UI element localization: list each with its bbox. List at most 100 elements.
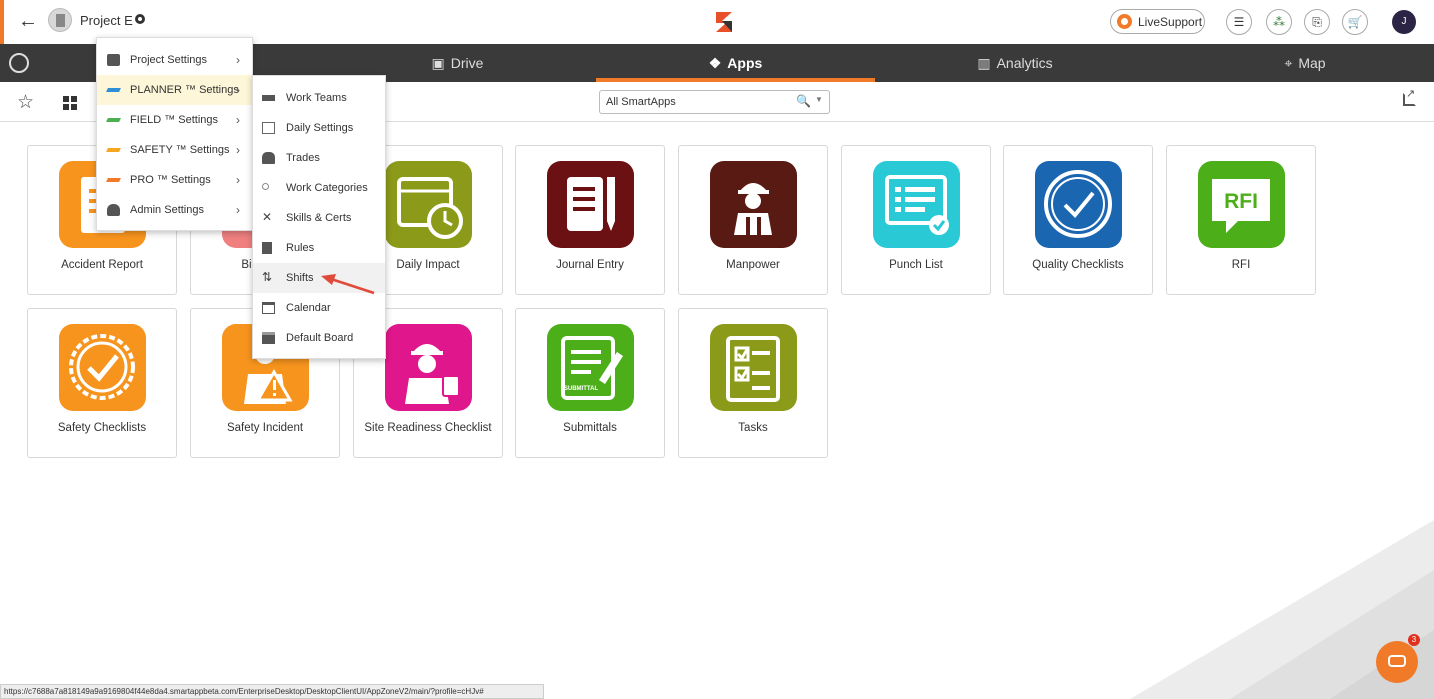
project-settings-gear-icon[interactable] — [135, 14, 145, 24]
submenu-item-label: Default Board — [286, 332, 354, 344]
admin-icon — [107, 204, 120, 216]
menu-item-label: PLANNER ™ Settings — [130, 84, 239, 96]
submenu-item-label: Daily Settings — [286, 122, 354, 134]
submenu-item-skills-certs[interactable]: ✕ Skills & Certs — [253, 203, 385, 233]
submittal-icon: SUBMITTAL — [547, 324, 634, 411]
tab-map[interactable]: ⌖ Map — [1170, 44, 1434, 82]
submenu-item-label: Shifts — [286, 272, 314, 284]
network-icon[interactable]: ⁂ — [1266, 9, 1292, 35]
live-support-icon — [1117, 14, 1132, 29]
planner-icon — [106, 88, 121, 92]
worker-icon — [262, 152, 275, 164]
menu-item-label: PRO ™ Settings — [130, 174, 211, 186]
submittal-icon-text: SUBMITTAL — [564, 386, 599, 392]
live-support-label: LiveSupport — [1138, 15, 1203, 29]
menu-item-label: FIELD ™ Settings — [130, 114, 219, 126]
app-label: Tasks — [738, 422, 768, 434]
tools-icon: ✕ — [262, 210, 273, 224]
app-logo-icon — [716, 12, 732, 32]
submenu-item-default-board[interactable]: Default Board — [253, 323, 385, 353]
menu-item-planner-settings[interactable]: PLANNER ™ Settings › — [97, 75, 252, 105]
chat-button[interactable] — [1376, 641, 1418, 683]
favorites-star-icon[interactable]: ☆ — [17, 91, 34, 114]
submenu-item-label: Trades — [286, 152, 320, 164]
submenu-item-work-categories[interactable]: Work Categories — [253, 173, 385, 203]
safety-checklist-icon — [59, 324, 146, 411]
app-label: Accident Report — [61, 259, 143, 271]
submenu-item-label: Work Categories — [286, 182, 368, 194]
submenu-item-daily-settings[interactable]: Daily Settings — [253, 113, 385, 143]
tasks-icon — [710, 324, 797, 411]
search-input[interactable]: All SmartApps — [606, 96, 676, 108]
app-label: Submittals — [563, 422, 617, 434]
home-icon[interactable] — [9, 53, 29, 73]
punch-list-icon — [873, 161, 960, 248]
camera-icon — [107, 54, 120, 66]
app-tile-quality-checklists[interactable]: Quality Checklists — [1003, 145, 1153, 295]
quality-icon — [1035, 161, 1122, 248]
app-label: Punch List — [889, 259, 943, 271]
calendar-icon — [262, 302, 275, 314]
project-building-icon[interactable] — [48, 8, 72, 32]
app-tile-punch-list[interactable]: Punch List — [841, 145, 991, 295]
map-icon: ⌖ — [1284, 55, 1293, 71]
daily-impact-icon — [385, 161, 472, 248]
settings-menu: Project Settings › PLANNER ™ Settings › … — [96, 37, 253, 231]
chevron-right-icon: › — [236, 143, 240, 157]
app-label: Quality Checklists — [1032, 259, 1124, 271]
rules-icon — [262, 242, 272, 254]
chevron-right-icon: › — [236, 173, 240, 187]
chat-icon — [1388, 655, 1406, 667]
menu-item-pro-settings[interactable]: PRO ™ Settings › — [97, 165, 252, 195]
menu-item-safety-settings[interactable]: SAFETY ™ Settings › — [97, 135, 252, 165]
status-url: https://c7688a7a818149a9a9169804f44e8da4… — [0, 684, 544, 699]
categories-icon — [262, 183, 269, 190]
tab-drive-label: Drive — [450, 55, 484, 71]
menu-item-label: SAFETY ™ Settings — [130, 144, 230, 156]
submenu-item-label: Rules — [286, 242, 315, 254]
list-view-icon[interactable]: ☰ — [1226, 9, 1252, 35]
daily-icon — [262, 122, 275, 134]
back-arrow-icon[interactable]: ← — [18, 11, 38, 31]
tab-analytics-label: Analytics — [996, 55, 1053, 71]
background-texture — [1130, 520, 1434, 699]
grid-view-icon[interactable] — [63, 96, 77, 110]
project-name[interactable]: Project E — [80, 13, 133, 28]
board-icon — [262, 332, 275, 344]
app-tile-submittals[interactable]: SUBMITTAL Submittals — [515, 308, 665, 458]
safety-icon — [106, 148, 121, 152]
menu-item-project-settings[interactable]: Project Settings › — [97, 45, 252, 75]
site-readiness-icon — [385, 324, 472, 411]
app-label: RFI — [1231, 259, 1251, 271]
menu-item-field-settings[interactable]: FIELD ™ Settings › — [97, 105, 252, 135]
live-support-button[interactable]: LiveSupport — [1110, 9, 1205, 34]
pro-icon — [106, 178, 121, 182]
tab-map-label: Map — [1298, 55, 1326, 71]
search-icon[interactable]: 🔍 — [796, 94, 811, 108]
app-tile-manpower[interactable]: Manpower — [678, 145, 828, 295]
documents-icon[interactable]: ⎘ — [1304, 9, 1330, 35]
submenu-item-rules[interactable]: Rules — [253, 233, 385, 263]
app-tile-tasks[interactable]: Tasks — [678, 308, 828, 458]
app-tile-journal-entry[interactable]: Journal Entry — [515, 145, 665, 295]
submenu-item-work-teams[interactable]: Work Teams — [253, 83, 385, 113]
cart-icon[interactable]: 🛒 — [1342, 9, 1368, 35]
smartapps-search[interactable]: All SmartApps 🔍 ▼ — [599, 90, 830, 114]
open-external-icon[interactable] — [1403, 87, 1416, 106]
rfi-icon: RFI — [1198, 161, 1285, 248]
app-tile-safety-checklists[interactable]: Safety Checklists — [27, 308, 177, 458]
app-label: Manpower — [726, 259, 780, 271]
drive-icon: ▣ — [431, 55, 445, 71]
tab-apps[interactable]: ❖ Apps — [596, 44, 875, 82]
chevron-down-icon[interactable]: ▼ — [815, 95, 823, 104]
menu-item-admin-settings[interactable]: Admin Settings › — [97, 195, 252, 225]
team-icon — [262, 95, 275, 101]
chevron-right-icon: › — [236, 203, 240, 217]
rfi-icon-text: RFI — [1224, 190, 1258, 213]
submenu-item-trades[interactable]: Trades — [253, 143, 385, 173]
app-label: Safety Incident — [226, 422, 304, 434]
tab-analytics[interactable]: ▥ Analytics — [880, 44, 1150, 82]
field-icon — [106, 118, 121, 122]
app-tile-rfi[interactable]: RFI RFI — [1166, 145, 1316, 295]
user-avatar[interactable]: J — [1392, 10, 1416, 34]
